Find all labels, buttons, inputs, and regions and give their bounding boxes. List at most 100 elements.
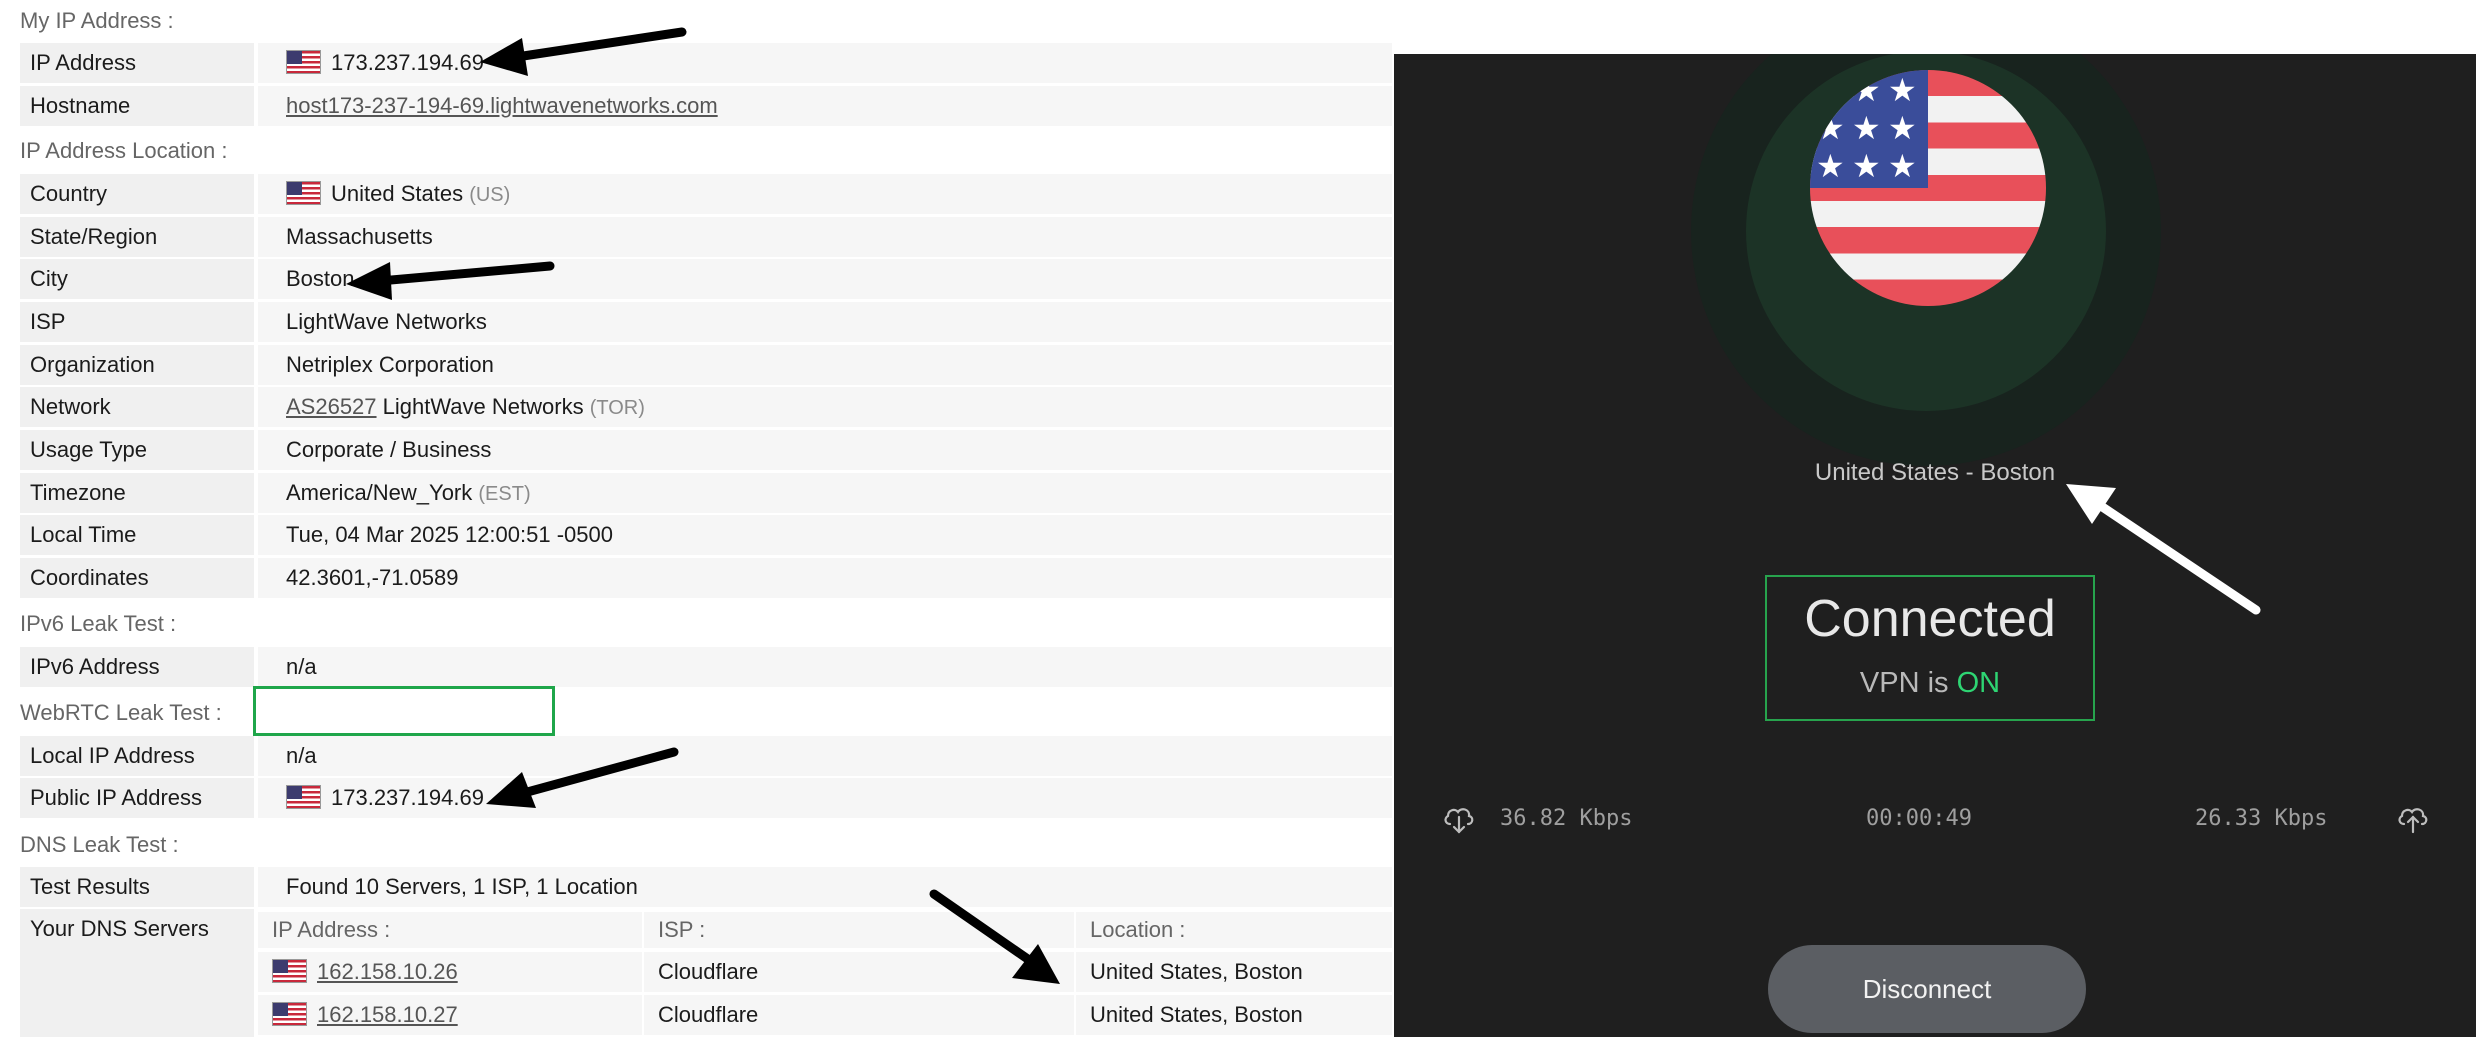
- star-icon: ★: [1888, 148, 1917, 184]
- star-icon: ★: [1888, 72, 1917, 108]
- network-name: LightWave Networks: [382, 394, 584, 419]
- row-usage-type: Usage Type Corporate / Business: [20, 430, 1392, 470]
- state-label: State/Region: [20, 217, 254, 257]
- row-isp: ISP LightWave Networks: [20, 302, 1392, 342]
- country-code: (US): [469, 184, 511, 206]
- us-flag-icon: [272, 1002, 307, 1026]
- row-public-ip: Public IP Address 173.237.194.69: [20, 778, 1392, 818]
- test-results-label: Test Results: [20, 867, 254, 907]
- section-location: IP Address Location :: [20, 138, 228, 163]
- country-value-cell: United States (US): [258, 174, 1392, 214]
- dns-servers-label: Your DNS Servers: [30, 916, 209, 941]
- usage-type-label: Usage Type: [20, 430, 254, 470]
- disconnect-button[interactable]: Disconnect: [1768, 945, 2086, 1033]
- row-local-time: Local Time Tue, 04 Mar 2025 12:00:51 -05…: [20, 515, 1392, 555]
- dns-ip-cell: 162.158.10.26: [258, 952, 642, 992]
- row-local-ip: Local IP Address n/a: [20, 736, 1392, 776]
- isp-value: LightWave Networks: [258, 302, 1392, 342]
- hostname-label: Hostname: [20, 86, 254, 126]
- status-subtitle: VPN is ON: [1767, 667, 2093, 700]
- test-results-value: Found 10 Servers, 1 ISP, 1 Location: [258, 867, 1392, 907]
- network-code: (TOR): [589, 397, 645, 419]
- organization-value: Netriplex Corporation: [258, 345, 1392, 385]
- public-ip-label: Public IP Address: [20, 778, 254, 818]
- us-flag-icon: [286, 785, 321, 809]
- row-country: Country United States (US): [20, 174, 1392, 214]
- status-on: ON: [1956, 667, 2001, 699]
- star-icon: ★: [1852, 110, 1881, 146]
- network-label: Network: [20, 387, 254, 427]
- dns-ip-cell: 162.158.10.27: [258, 995, 642, 1035]
- country-value: United States: [331, 181, 464, 206]
- dns-ip-link[interactable]: 162.158.10.26: [317, 959, 458, 984]
- star-icon: ★: [1816, 72, 1845, 108]
- black-arrow-icon: [480, 27, 687, 76]
- status-prefix: VPN is: [1859, 667, 1949, 699]
- dns-location-cell: United States, Boston: [1076, 995, 1392, 1035]
- us-flag-icon: ★ ★ ★ ★ ★ ★ ★ ★ ★: [1810, 70, 2046, 306]
- timezone-label: Timezone: [20, 473, 254, 513]
- coordinates-value: 42.3601,-71.0589: [258, 558, 1392, 598]
- upload-cloud-icon: [2398, 808, 2428, 834]
- star-icon: ★: [1852, 72, 1881, 108]
- hostname-link[interactable]: host173-237-194-69.lightwavenetworks.com: [286, 93, 718, 118]
- row-coordinates: Coordinates 42.3601,-71.0589: [20, 558, 1392, 598]
- status-title: Connected: [1804, 590, 2056, 648]
- coordinates-label: Coordinates: [20, 558, 254, 598]
- star-icon: ★: [1888, 110, 1917, 146]
- dns-isp-cell: Cloudflare: [644, 995, 1074, 1035]
- row-city: City Boston: [20, 259, 1392, 299]
- download-cloud-icon: [1444, 808, 1474, 834]
- black-arrow-icon: [346, 261, 555, 300]
- local-ip-value: n/a: [258, 736, 1392, 776]
- connection-timer: 00:00:49: [1866, 806, 1972, 831]
- section-ipv6: IPv6 Leak Test :: [20, 611, 177, 636]
- row-state: State/Region Massachusetts: [20, 217, 1392, 257]
- local-time-value: Tue, 04 Mar 2025 12:00:51 -0500: [258, 515, 1392, 555]
- city-label: City: [20, 259, 254, 299]
- country-label: Country: [20, 174, 254, 214]
- usage-type-value: Corporate / Business: [258, 430, 1392, 470]
- dns-col-ip: IP Address :: [258, 912, 642, 948]
- black-arrow-icon: [929, 889, 1060, 984]
- section-dns: DNS Leak Test :: [20, 832, 179, 857]
- section-my-ip: My IP Address :: [20, 8, 174, 33]
- ip-address-value-cell: 173.237.194.69: [258, 43, 1392, 83]
- us-flag-icon: [272, 959, 307, 983]
- star-icon: ★: [1852, 148, 1881, 184]
- dns-servers-label-cell: Your DNS Servers: [20, 909, 254, 1037]
- organization-label: Organization: [20, 345, 254, 385]
- network-value-cell: AS26527 LightWave Networks (TOR): [258, 387, 1392, 427]
- local-time-label: Local Time: [20, 515, 254, 555]
- public-ip-value-cell: 173.237.194.69: [258, 778, 1392, 818]
- row-network: Network AS26527 LightWave Networks (TOR): [20, 387, 1392, 427]
- timezone-value-cell: America/New_York (EST): [258, 473, 1392, 513]
- connection-status-box: Connected VPN is ON: [1765, 575, 2095, 721]
- upload-speed: 26.33 Kbps: [2195, 806, 2328, 831]
- row-ipv6-address: IPv6 Address n/a: [20, 647, 1392, 687]
- row-hostname: Hostname host173-237-194-69.lightwavenet…: [20, 86, 1392, 126]
- dns-col-location: Location :: [1076, 912, 1392, 948]
- webrtc-highlight-box: [253, 686, 555, 736]
- dns-ip-link[interactable]: 162.158.10.27: [317, 1002, 458, 1027]
- ip-leak-test-panel: My IP Address : IP Address 173.237.194.6…: [0, 0, 1392, 1037]
- hostname-value-cell: host173-237-194-69.lightwavenetworks.com: [258, 86, 1392, 126]
- network-asn-link[interactable]: AS26527: [286, 394, 377, 419]
- ip-address-value: 173.237.194.69: [331, 50, 484, 75]
- download-speed: 36.82 Kbps: [1500, 806, 1633, 831]
- flag-canton: ★ ★ ★ ★ ★ ★ ★ ★ ★: [1810, 70, 1928, 188]
- local-ip-label: Local IP Address: [20, 736, 254, 776]
- row-test-results: Test Results Found 10 Servers, 1 ISP, 1 …: [20, 867, 1392, 907]
- white-arrow-icon: [2066, 484, 2261, 615]
- black-arrow-icon: [486, 747, 679, 808]
- ipv6-address-label: IPv6 Address: [20, 647, 254, 687]
- isp-label: ISP: [20, 302, 254, 342]
- row-timezone: Timezone America/New_York (EST): [20, 473, 1392, 513]
- star-icon: ★: [1816, 148, 1845, 184]
- ipv6-address-value: n/a: [258, 647, 1392, 687]
- section-webrtc: WebRTC Leak Test :: [20, 700, 222, 725]
- us-flag-icon: [286, 181, 321, 205]
- timezone-value: America/New_York: [286, 480, 473, 505]
- state-value: Massachusetts: [258, 217, 1392, 257]
- dns-location-cell: United States, Boston: [1076, 952, 1392, 992]
